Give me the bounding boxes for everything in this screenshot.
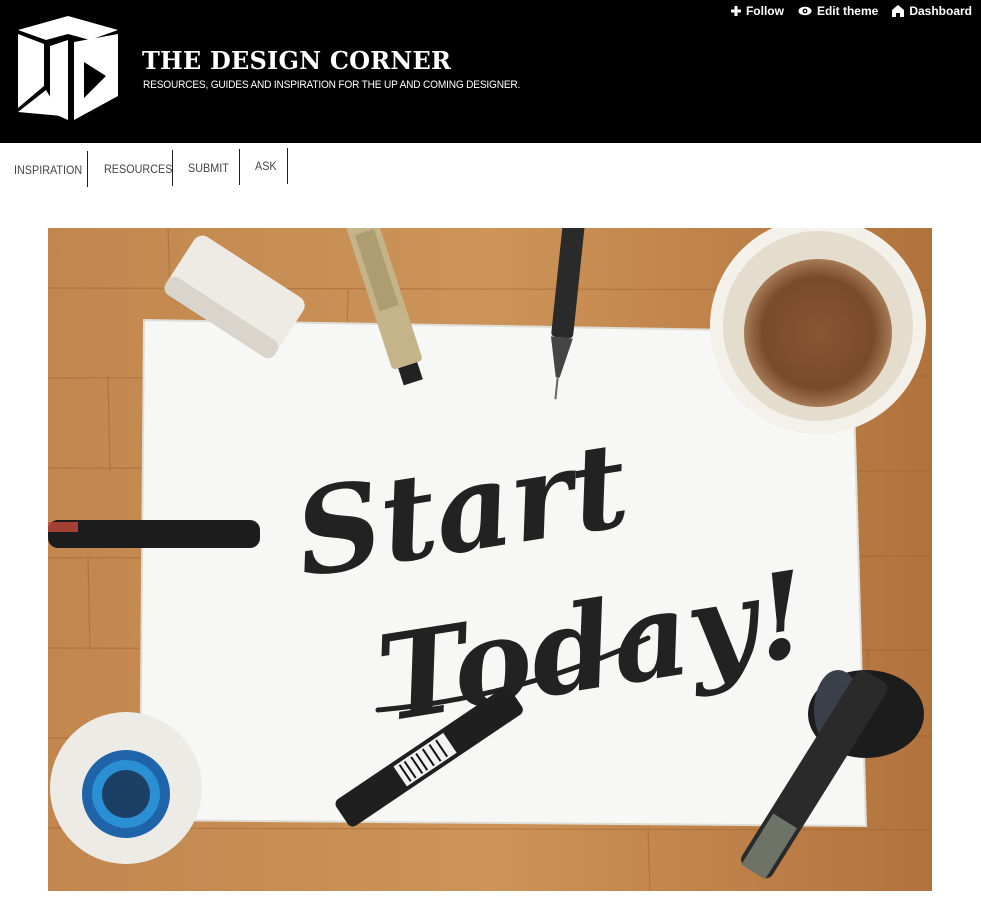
- nav-item-inspiration[interactable]: INSPIRATION: [14, 153, 90, 187]
- edit-theme-button[interactable]: Edit theme: [798, 4, 878, 18]
- nav-item-ask[interactable]: ASK: [255, 149, 279, 183]
- home-icon: [892, 5, 905, 17]
- dashboard-label: Dashboard: [909, 4, 972, 18]
- edit-theme-label: Edit theme: [816, 4, 879, 18]
- dashboard-button[interactable]: Dashboard: [892, 4, 972, 18]
- main-nav: INSPIRATION RESOURCES SUBMIT ASK: [0, 143, 981, 193]
- follow-label: Follow: [745, 4, 784, 18]
- nav-divider: [172, 150, 173, 186]
- post-photo[interactable]: Start Today!: [48, 228, 932, 891]
- eye-icon: [798, 6, 812, 16]
- nav-item-label: RESOURCES: [104, 162, 173, 176]
- nav-item-label: ASK: [255, 159, 277, 173]
- nav-item-resources[interactable]: RESOURCES: [104, 152, 180, 186]
- plus-icon: [730, 6, 741, 16]
- tumblr-controls: Follow Edit theme Dashboard: [730, 4, 972, 18]
- nav-item-submit[interactable]: SUBMIT: [188, 151, 233, 185]
- follow-button[interactable]: Follow: [730, 4, 784, 18]
- nav-divider: [287, 148, 288, 184]
- nav-item-label: SUBMIT: [188, 161, 229, 175]
- blog-logo-icon[interactable]: [14, 16, 122, 120]
- blog-description: RESOURCES, GUIDES AND INSPIRATION FOR TH…: [143, 79, 521, 91]
- post-image: Start Today!: [48, 228, 932, 891]
- nav-divider: [87, 151, 88, 187]
- blog-title[interactable]: THE DESIGN CORNER: [142, 46, 451, 75]
- blog-header: THE DESIGN CORNER RESOURCES, GUIDES AND …: [0, 0, 981, 143]
- nav-item-label: INSPIRATION: [14, 163, 83, 177]
- nav-divider: [239, 149, 240, 185]
